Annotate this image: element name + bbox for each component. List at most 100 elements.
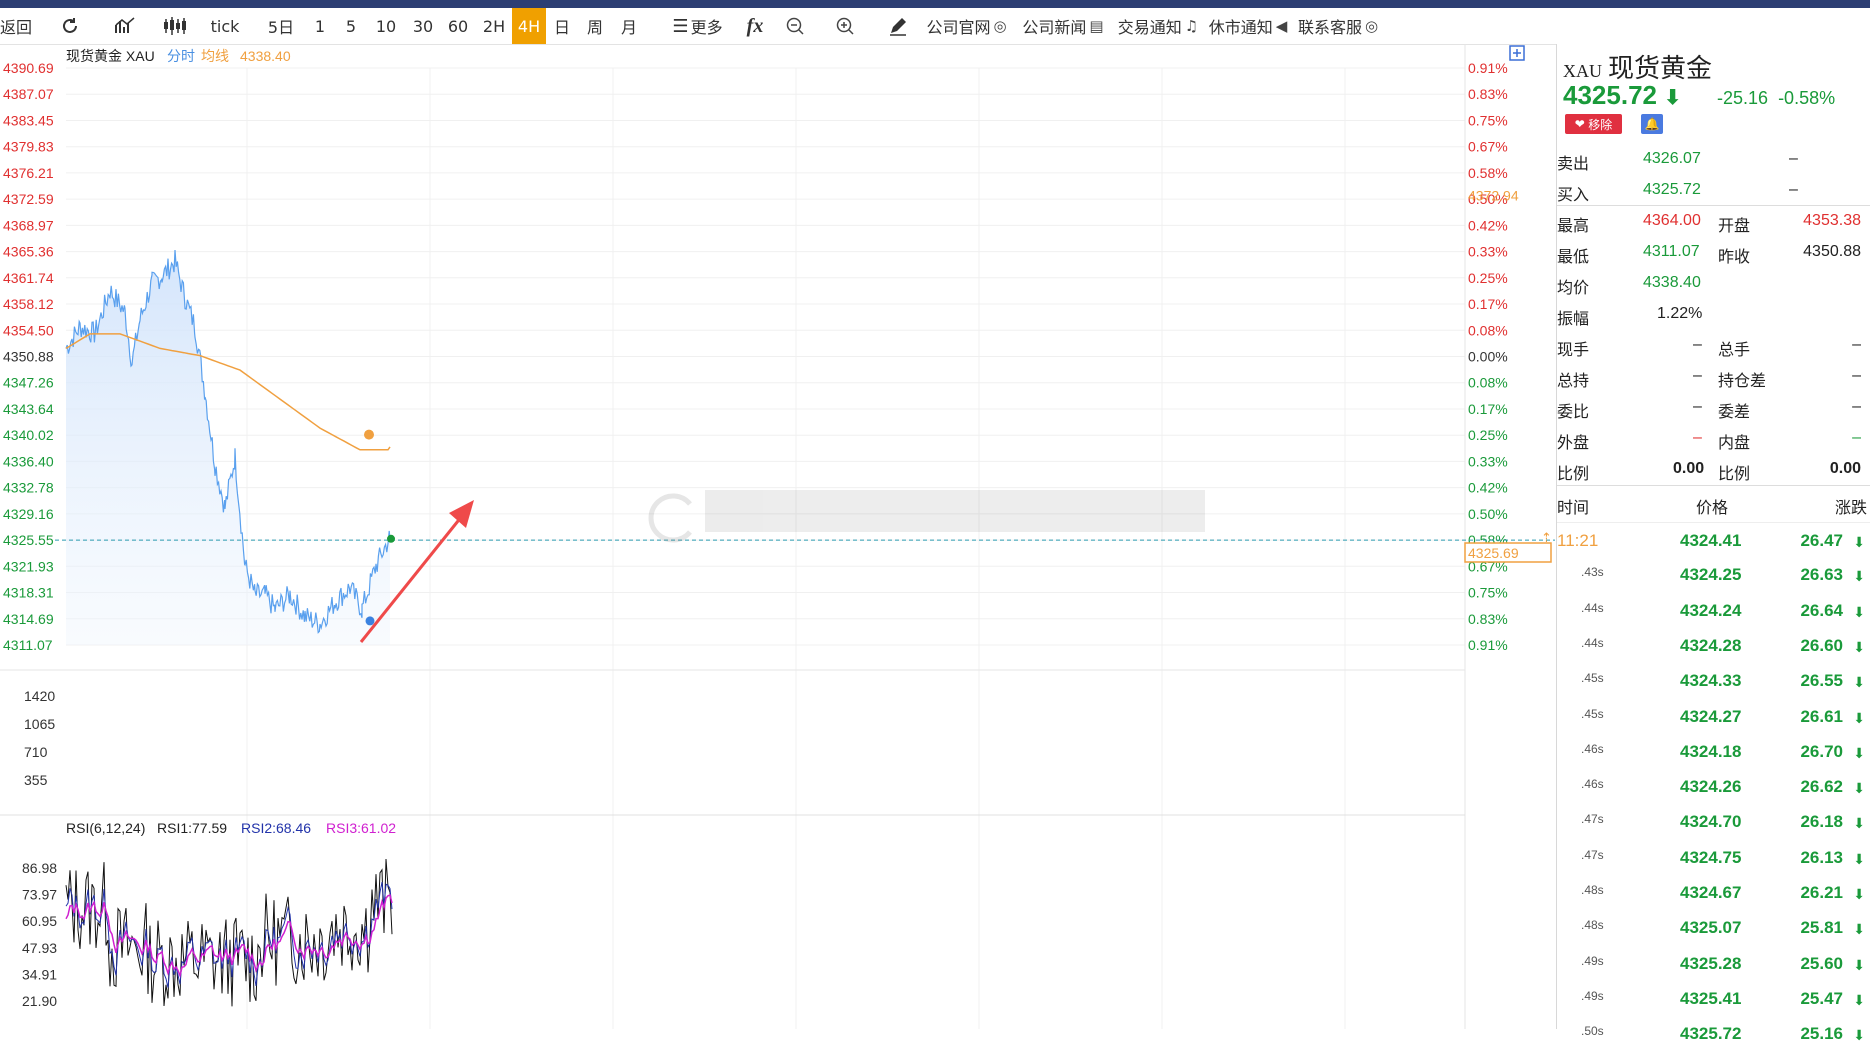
zoom-out-icon[interactable] <box>775 8 815 44</box>
period-button-3[interactable]: 10 <box>366 8 406 44</box>
company-news-link[interactable]: 公司新闻 ▤ <box>1013 8 1113 44</box>
period-button-5[interactable]: 60 <box>440 8 476 44</box>
price-tick-label: 4311.07 <box>3 637 53 653</box>
buy-row: 买入 4325.72 – <box>1557 175 1870 206</box>
price-tick-label: 4387.07 <box>3 86 54 102</box>
buy-price: 4325.72 <box>1643 181 1701 198</box>
high-value: 4364.00 <box>1643 212 1701 229</box>
trade-change: 26.63 <box>1800 565 1843 585</box>
quote-name: 现货黄金 <box>1608 54 1713 83</box>
candlestick-icon[interactable] <box>150 8 200 44</box>
alert-bell-button[interactable]: 🔔 <box>1641 114 1663 134</box>
quote-panel: XAU 现货黄金 4325.72 ⬇ -25.16 -0.58% ❤ 移除 🔔 卖… <box>1556 44 1870 1043</box>
closure-notice-link[interactable]: 休市通知 ◀ <box>1203 8 1293 44</box>
rsi2-value: RSI2:68.46 <box>241 820 311 836</box>
xianshou-label: 现手 <box>1557 342 1590 359</box>
period-button-7[interactable]: 4H <box>512 8 546 44</box>
customer-service-link[interactable]: 联系客服 ◎ <box>1293 8 1383 44</box>
ratio-label: 比例 <box>1557 466 1590 483</box>
trade-notice-link[interactable]: 交易通知 ♫ <box>1113 8 1203 44</box>
pct-tick-label: 0.17% <box>1468 296 1508 312</box>
down-arrow-icon: ⬇ <box>1853 1027 1865 1044</box>
trade-time: 11:21 <box>1557 531 1599 550</box>
trade-time: .46s <box>1581 741 1604 756</box>
pct-tick-label: 0.75% <box>1468 112 1508 128</box>
period-button-10[interactable]: 月 <box>612 8 646 44</box>
back-button[interactable]: 返回 <box>0 8 40 44</box>
company-site-label: 公司官网 <box>926 18 991 37</box>
trade-row: .47s 4324.70 26.18 ⬇ <box>1557 804 1870 839</box>
tick-button[interactable]: tick <box>200 8 250 44</box>
customer-service-label: 联系客服 <box>1297 18 1362 37</box>
low-label: 最低 <box>1557 249 1590 266</box>
more-button[interactable]: ☰ 更多 <box>660 8 735 44</box>
bell-icon: 🔔 <box>1644 117 1660 131</box>
waipan-row: 外盘 – 内盘 – <box>1557 423 1870 454</box>
company-news-label: 公司新闻 <box>1022 18 1087 37</box>
price-tick-label: 4329.16 <box>3 506 54 522</box>
period-button-2[interactable]: 5 <box>336 8 366 44</box>
amplitude-label: 振幅 <box>1557 311 1590 328</box>
period-button-9[interactable]: 周 <box>578 8 612 44</box>
period-button-1[interactable]: 1 <box>304 8 336 44</box>
expand-chart-icon[interactable] <box>1509 45 1525 61</box>
volume-axis: 1420 1065 710 355 <box>24 688 55 788</box>
volume-tick-label: 1420 <box>24 688 55 704</box>
pct-tick-label: 0.25% <box>1468 270 1508 286</box>
trades-separator <box>1557 485 1870 486</box>
avg-price-label: 均价 <box>1557 280 1590 297</box>
remove-watchlist-button[interactable]: ❤ 移除 <box>1565 114 1622 134</box>
period-button-6[interactable]: 2H <box>476 8 512 44</box>
weibi-value: – <box>1693 398 1702 415</box>
trade-time: .44s <box>1581 635 1604 650</box>
chart-area[interactable]: 4390.69 4387.07 4383.45 4379.83 4376.21 4372.… <box>0 44 1555 1029</box>
trade-time: .47s <box>1581 812 1604 827</box>
sell-row: 卖出 4326.07 – <box>1557 144 1870 175</box>
pen-draw-icon[interactable] <box>875 8 920 44</box>
svg-text:⇡: ⇡ <box>1541 530 1552 545</box>
pct-tick-label: 0.83% <box>1468 611 1508 627</box>
period-button-4[interactable]: 30 <box>406 8 440 44</box>
trade-change: 26.64 <box>1800 600 1843 620</box>
pct-tick-label: 0.33% <box>1468 453 1508 469</box>
line-chart-icon[interactable] <box>100 8 150 44</box>
period-button-0[interactable]: 5日 <box>258 8 304 44</box>
chart-tab-fenshi[interactable]: 分时 <box>167 48 195 64</box>
weicha-label: 委差 <box>1718 404 1751 421</box>
trade-row: .45s 4324.27 26.61 ⬇ <box>1557 699 1870 734</box>
xianshou-row: 现手 – 总手 – <box>1557 330 1870 361</box>
down-arrow-icon: ⬇ <box>1853 674 1865 691</box>
down-arrow-icon: ⬇ <box>1853 744 1865 761</box>
pct-axis-right: 0.91% 0.83% 0.75% 0.67% 0.58% 0.50% 0.42% 0.33%… <box>1468 60 1508 653</box>
avg-price-value: 4338.40 <box>1643 274 1701 291</box>
trade-price: 4324.70 <box>1680 812 1742 832</box>
price-axis-left: 4390.69 4387.07 4383.45 4379.83 4376.21 4372.… <box>3 60 54 653</box>
company-site-link[interactable]: 公司官网 ◎ <box>920 8 1013 44</box>
weibi-row: 委比 – 委差 – <box>1557 392 1870 423</box>
trade-price: 4324.18 <box>1680 741 1742 761</box>
quote-change-value: -25.16 <box>1717 88 1769 108</box>
price-tick-label: 4379.83 <box>3 139 54 155</box>
weicha-value: – <box>1852 398 1861 415</box>
down-arrow-icon: ⬇ <box>1853 815 1865 832</box>
price-tick-label: 4350.88 <box>3 349 54 365</box>
buy-volume: – <box>1789 181 1798 198</box>
rsi-tick-label: 47.93 <box>22 940 57 956</box>
trade-change: 26.55 <box>1800 671 1843 691</box>
zongshou-label: 总手 <box>1718 342 1751 359</box>
fx-indicator-button[interactable]: fx <box>735 8 775 44</box>
trade-change: 25.60 <box>1800 953 1843 973</box>
quote-price: 4325.72 ⬇ <box>1563 80 1681 111</box>
sell-volume: – <box>1789 150 1798 167</box>
prev-close-value: 4350.88 <box>1803 243 1861 260</box>
pct-tick-label: 0.50% <box>1468 506 1508 522</box>
price-tick-label: 4390.69 <box>3 60 54 76</box>
trade-change: 26.13 <box>1800 847 1843 867</box>
down-arrow-icon: ⬇ <box>1853 638 1865 655</box>
refresh-icon[interactable] <box>40 8 100 44</box>
period-button-8[interactable]: 日 <box>546 8 578 44</box>
price-tick-label: 4368.97 <box>3 217 54 233</box>
zoom-in-icon[interactable] <box>815 8 875 44</box>
trade-time: .43s <box>1581 565 1604 580</box>
th-time: 时间 <box>1557 500 1590 517</box>
